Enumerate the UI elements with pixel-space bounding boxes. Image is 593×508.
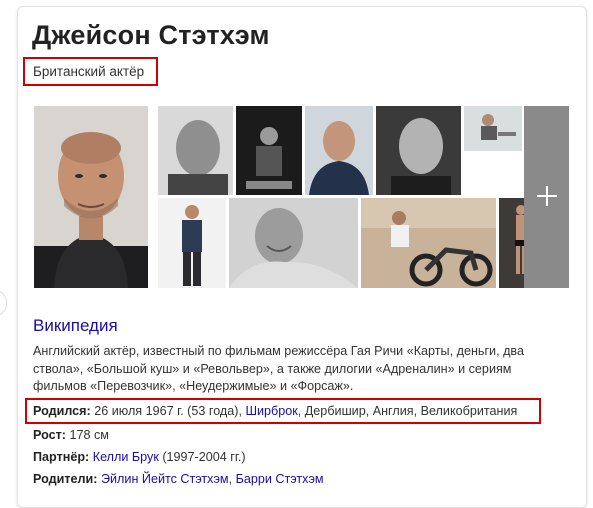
photo-bw-1[interactable] xyxy=(158,106,233,195)
portrait-main-image[interactable] xyxy=(34,106,148,288)
height-label: Рост: xyxy=(33,428,66,442)
fact-partner: Партнёр: Келли Брук (1997-2004 гг.) xyxy=(33,450,246,464)
partner-link[interactable]: Келли Брук xyxy=(93,450,159,464)
photo-standing[interactable] xyxy=(158,198,226,288)
subtitle-highlight-box xyxy=(23,57,158,86)
fact-parents: Родители: Эйлин Йейтс Стэтхэм, Барри Стэ… xyxy=(33,472,324,486)
partner-label: Партнёр: xyxy=(33,450,90,464)
born-place-link[interactable]: Ширброк xyxy=(245,404,297,418)
wikipedia-link[interactable]: Википедия xyxy=(33,316,118,336)
photo-gym[interactable] xyxy=(464,106,522,151)
photo-motorbike[interactable] xyxy=(361,198,496,288)
parent-link-1[interactable]: Эйлин Йейтс Стэтхэм xyxy=(101,472,229,486)
photo-bw-2[interactable] xyxy=(376,106,461,195)
parent-link-2[interactable]: Барри Стэтхэм xyxy=(236,472,324,486)
entity-title: Джейсон Стэтхэм xyxy=(32,20,270,50)
height-value: 178 см xyxy=(65,428,109,442)
photo-jacket[interactable] xyxy=(305,106,373,195)
photo-laughing[interactable] xyxy=(229,198,358,288)
born-place-rest: , Дербишир, Англия, Великобритания xyxy=(297,404,518,418)
more-images-button[interactable] xyxy=(524,106,569,288)
photo-stage[interactable] xyxy=(236,106,302,195)
parents-separator: , xyxy=(228,472,236,486)
partner-years: (1997-2004 гг.) xyxy=(158,450,246,464)
wikipedia-description: Английский актёр, известный по фильмам р… xyxy=(33,344,524,393)
born-label: Родился: xyxy=(33,404,91,418)
fact-height: Рост: 178 см xyxy=(33,428,109,442)
parents-label: Родители: xyxy=(33,472,98,486)
born-date: 26 июля 1967 г. (53 года), xyxy=(90,404,246,418)
fact-born: Родился: 26 июля 1967 г. (53 года), Ширб… xyxy=(33,404,517,418)
side-scroll-nub[interactable] xyxy=(0,290,7,316)
